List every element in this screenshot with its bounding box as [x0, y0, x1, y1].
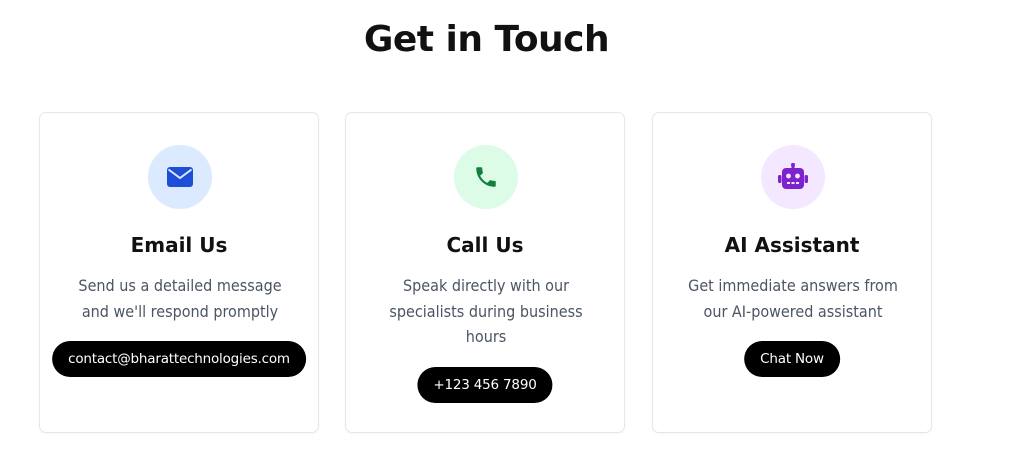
call-desc-line-2: specialists during business — [389, 301, 583, 321]
ai-assistant-card-title: AI Assistant — [724, 233, 860, 257]
ai-assistant-card-description: Get immediate answers from our AI-powere… — [683, 273, 903, 324]
envelope-icon-badge — [148, 145, 212, 209]
ai-desc-line-2: our AI-powered assistant — [703, 301, 883, 321]
section-title: Get in Touch — [363, 19, 610, 60]
call-phone-button[interactable]: +123 456 7890 — [417, 367, 553, 403]
email-card-description: Send us a detailed message and we'll res… — [70, 273, 290, 324]
ai-assistant-card: AI Assistant Get immediate answers from … — [652, 112, 932, 433]
call-desc-line-3: hours — [465, 327, 507, 346]
call-desc-line-1: Speak directly with our — [402, 276, 570, 295]
envelope-icon — [167, 167, 193, 187]
email-card-title: Email Us — [130, 233, 228, 257]
call-card-title: Call Us — [446, 233, 524, 257]
email-desc-line-1: Send us a detailed message — [78, 276, 282, 295]
robot-icon-badge — [761, 145, 825, 209]
email-desc-line-2: and we'll respond promptly — [81, 301, 279, 321]
phone-icon-badge — [454, 145, 518, 209]
ai-desc-line-1: Get immediate answers from — [688, 276, 898, 295]
chat-now-button[interactable]: Chat Now — [744, 341, 840, 377]
phone-icon — [476, 167, 496, 187]
email-contact-button[interactable]: contact@bharattechnologies.com — [52, 341, 306, 377]
robot-icon — [778, 163, 808, 189]
call-card: Call Us Speak directly with our speciali… — [345, 112, 625, 433]
call-card-description: Speak directly with our specialists duri… — [376, 273, 596, 350]
email-card: Email Us Send us a detailed message and … — [39, 112, 319, 433]
